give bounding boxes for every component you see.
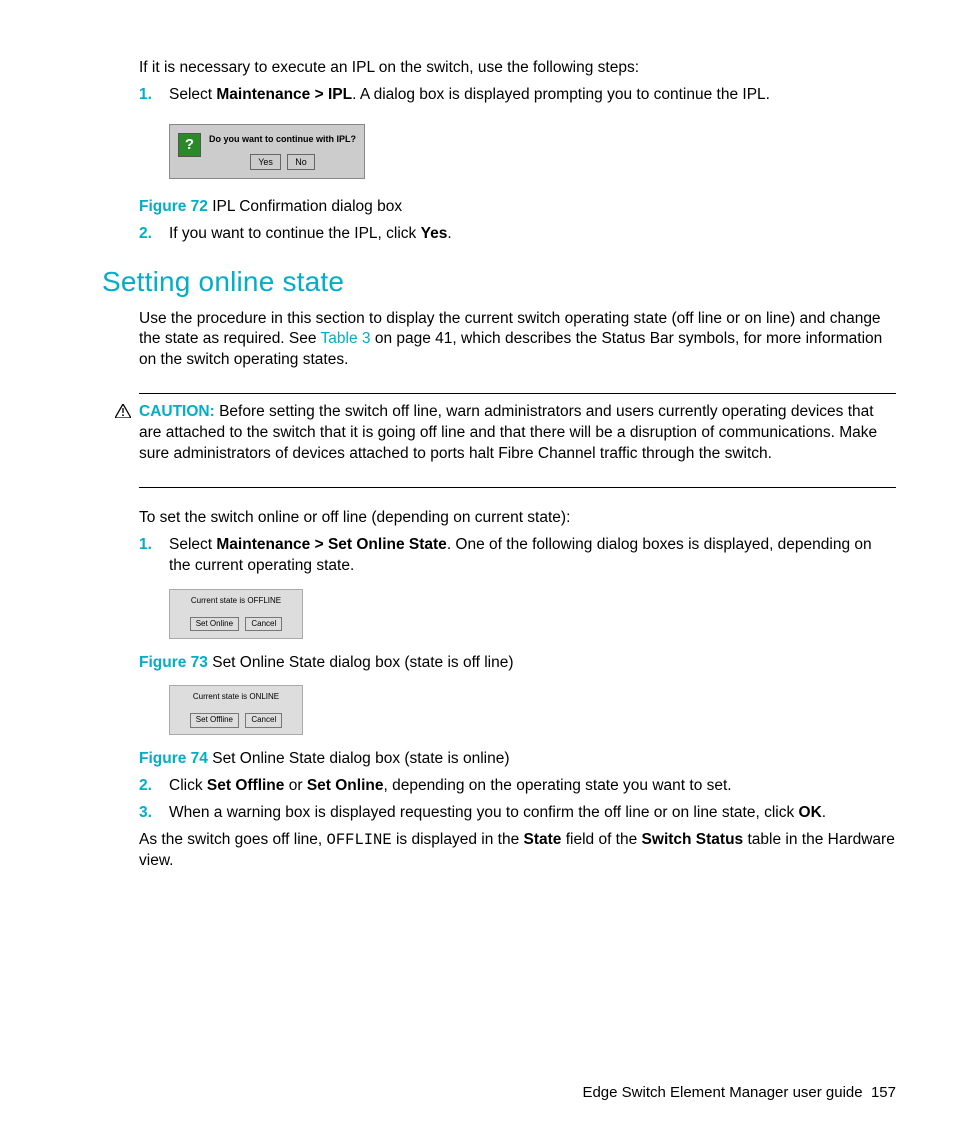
menu-path: Maintenance > IPL bbox=[216, 86, 352, 103]
set-online-bold: Set Online bbox=[307, 777, 384, 794]
figure-73-caption: Figure 73 Set Online State dialog box (s… bbox=[139, 653, 896, 674]
step-text: , depending on the operating state you w… bbox=[383, 777, 731, 794]
step-text: or bbox=[284, 777, 306, 794]
step-text: When a warning box is displayed requesti… bbox=[169, 804, 799, 821]
dialog-text: Current state is OFFLINE bbox=[176, 596, 296, 607]
figure-label: Figure 73 bbox=[139, 654, 208, 671]
state-bold: State bbox=[524, 831, 562, 848]
ipl-dialog: ? Do you want to continue with IPL? Yes … bbox=[169, 124, 365, 179]
offline-code: OFFLINE bbox=[327, 831, 392, 849]
step-number: 3. bbox=[139, 803, 152, 824]
question-icon: ? bbox=[178, 133, 201, 157]
caution-label: CAUTION: bbox=[139, 403, 215, 420]
ok-bold: OK bbox=[799, 804, 822, 821]
figure-text: IPL Confirmation dialog box bbox=[208, 198, 402, 215]
footer-title: Edge Switch Element Manager user guide bbox=[582, 1084, 862, 1101]
procedure-intro: To set the switch online or off line (de… bbox=[139, 508, 896, 529]
online-state-dialog: Current state is ONLINE Set Offline Canc… bbox=[169, 685, 303, 735]
step-number: 1. bbox=[139, 85, 152, 106]
proc-step-1: 1. Select Maintenance > Set Online State… bbox=[139, 535, 896, 577]
menu-path: Maintenance > Set Online State bbox=[216, 536, 446, 553]
figure-label: Figure 74 bbox=[139, 750, 208, 767]
cancel-button[interactable]: Cancel bbox=[245, 617, 282, 632]
page-footer: Edge Switch Element Manager user guide 1… bbox=[582, 1083, 896, 1103]
set-offline-button[interactable]: Set Offline bbox=[190, 713, 239, 728]
switch-status-bold: Switch Status bbox=[642, 831, 744, 848]
intro-text: If it is necessary to execute an IPL on … bbox=[139, 58, 896, 79]
set-online-button[interactable]: Set Online bbox=[190, 617, 239, 632]
figure-text: Set Online State dialog box (state is of… bbox=[208, 654, 514, 671]
step-text: . bbox=[822, 804, 826, 821]
table-3-link[interactable]: Table 3 bbox=[321, 330, 371, 347]
offline-state-dialog: Current state is OFFLINE Set Online Canc… bbox=[169, 589, 303, 639]
set-offline-bold: Set Offline bbox=[207, 777, 285, 794]
closing-paragraph: As the switch goes off line, OFFLINE is … bbox=[139, 830, 896, 872]
step-number: 2. bbox=[139, 776, 152, 797]
section-intro: Use the procedure in this section to dis… bbox=[139, 309, 896, 372]
step-number: 1. bbox=[139, 535, 152, 556]
step-2: 2. If you want to continue the IPL, clic… bbox=[139, 224, 896, 245]
divider bbox=[139, 393, 896, 394]
step-text: . A dialog box is displayed prompting yo… bbox=[352, 86, 770, 103]
step-text: Select bbox=[169, 86, 216, 103]
proc-step-2: 2. Click Set Offline or Set Online, depe… bbox=[139, 776, 896, 797]
dialog-text: Current state is ONLINE bbox=[176, 692, 296, 703]
no-button[interactable]: No bbox=[287, 154, 315, 170]
cancel-button[interactable]: Cancel bbox=[245, 713, 282, 728]
step-text: Select bbox=[169, 536, 216, 553]
step-text: Click bbox=[169, 777, 207, 794]
step-text: If you want to continue the IPL, click bbox=[169, 225, 421, 242]
figure-label: Figure 72 bbox=[139, 198, 208, 215]
figure-text: Set Online State dialog box (state is on… bbox=[208, 750, 510, 767]
caution-icon bbox=[115, 404, 131, 418]
step-number: 2. bbox=[139, 224, 152, 245]
step-1: 1. Select Maintenance > IPL. A dialog bo… bbox=[139, 85, 896, 106]
caution-text: Before setting the switch off line, warn… bbox=[139, 403, 877, 462]
proc-step-3: 3. When a warning box is displayed reque… bbox=[139, 803, 896, 824]
page-number: 157 bbox=[871, 1084, 896, 1101]
yes-button[interactable]: Yes bbox=[250, 154, 281, 170]
caution-block: CAUTION: Before setting the switch off l… bbox=[139, 402, 896, 465]
yes-bold: Yes bbox=[421, 225, 448, 242]
figure-72-caption: Figure 72 IPL Confirmation dialog box bbox=[139, 197, 896, 218]
dialog-text: Do you want to continue with IPL? bbox=[209, 133, 356, 145]
section-heading: Setting online state bbox=[102, 263, 896, 301]
divider bbox=[139, 487, 896, 488]
step-text: . bbox=[447, 225, 451, 242]
figure-74-caption: Figure 74 Set Online State dialog box (s… bbox=[139, 749, 896, 770]
